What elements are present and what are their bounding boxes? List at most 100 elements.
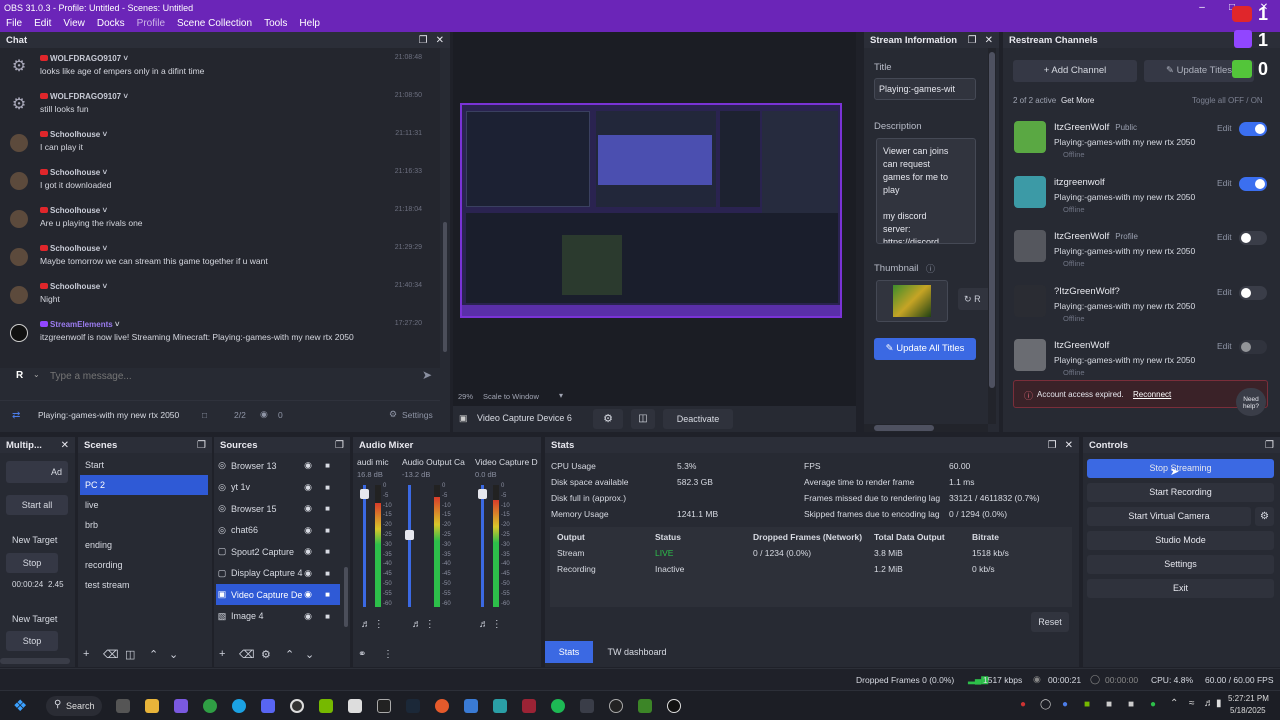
sources-scrollbar[interactable] — [344, 567, 348, 627]
scale-mode-select[interactable]: Scale to Window — [483, 392, 539, 401]
more-icon[interactable]: ⋮ — [383, 649, 393, 660]
epic-games-icon[interactable] — [377, 699, 391, 713]
menu-help[interactable]: Help — [293, 18, 326, 29]
stream-info-scrollbar[interactable] — [988, 48, 996, 424]
minimize-icon[interactable]: – — [1188, 0, 1216, 15]
up-arrow-icon[interactable]: ⌃ — [285, 648, 294, 661]
more-icon[interactable]: ⋮ — [422, 619, 435, 630]
close-icon[interactable]: ✕ — [1065, 440, 1073, 451]
studio-mode-button[interactable]: Studio Mode — [1087, 531, 1274, 550]
trash-icon[interactable]: ⌫ — [103, 648, 119, 661]
edit-channel-link[interactable]: Edit — [1217, 341, 1232, 351]
volume-slider-handle[interactable] — [478, 488, 487, 499]
source-item[interactable]: ◎ yt 1v ◉ ■ — [216, 477, 340, 498]
file-explorer-icon[interactable] — [145, 699, 159, 713]
lock-icon[interactable]: ■ — [325, 483, 330, 492]
lock-icon[interactable]: ■ — [325, 526, 330, 535]
source-item[interactable]: ▢ Spout2 Capture ◉ ■ — [216, 541, 340, 562]
x-app-icon[interactable] — [348, 699, 362, 713]
update-all-titles-button[interactable]: ✎ Update All Titles — [874, 338, 976, 360]
menu-view[interactable]: View — [57, 18, 91, 29]
reset-button[interactable]: Reset — [1031, 612, 1069, 632]
eye-icon[interactable]: ◉ — [304, 568, 312, 579]
menu-profile[interactable]: Profile — [131, 18, 171, 29]
store-icon[interactable] — [174, 699, 188, 713]
taskbar-search[interactable]: ⚲ Search — [46, 696, 102, 716]
edge-icon[interactable] — [232, 699, 246, 713]
scene-item[interactable]: Start — [80, 455, 208, 475]
edit-channel-link[interactable]: Edit — [1217, 287, 1232, 297]
stream-info-hscrollbar[interactable] — [864, 424, 988, 432]
toggle-all-link[interactable]: Toggle all OFF / ON — [1192, 96, 1263, 105]
volume-slider[interactable] — [363, 485, 366, 607]
task-view-icon[interactable] — [116, 699, 130, 713]
channel-toggle[interactable] — [1239, 285, 1267, 300]
volume-icon[interactable]: ♬ — [1204, 698, 1214, 709]
tab-stats[interactable]: Stats — [545, 641, 593, 663]
stop-target-button[interactable]: Stop — [6, 553, 58, 573]
float-icon[interactable]: ❐ — [1265, 440, 1274, 451]
scene-item[interactable]: brb — [80, 515, 208, 535]
steam-icon[interactable] — [406, 699, 420, 713]
tab-tw-dashboard[interactable]: TW dashboard — [597, 641, 677, 663]
stop-target-button[interactable]: Stop — [6, 631, 58, 651]
chat-message-input[interactable] — [50, 367, 410, 385]
chevron-up-icon[interactable]: ⌃ — [1170, 698, 1178, 709]
down-arrow-icon[interactable]: ⌄ — [169, 648, 178, 661]
eye-icon[interactable]: ◉ — [304, 460, 312, 471]
gear-icon[interactable]: ⚙ — [593, 409, 623, 429]
up-arrow-icon[interactable]: ⌃ — [149, 648, 158, 661]
chat-avatar[interactable]: R — [16, 370, 23, 381]
edit-channel-link[interactable]: Edit — [1217, 123, 1232, 133]
help-button[interactable]: Need help? — [1236, 388, 1266, 416]
lock-icon[interactable]: ■ — [325, 547, 330, 556]
description-textarea[interactable]: Viewer can joins can request games for me … — [876, 138, 976, 244]
more-icon[interactable]: ⋮ — [371, 619, 384, 630]
float-icon[interactable]: ❐ — [197, 440, 206, 451]
scene-item[interactable]: recording — [80, 555, 208, 575]
send-icon[interactable]: ➤ — [422, 368, 432, 382]
source-item[interactable]: ▧ Image 4 ◉ ■ — [216, 606, 340, 627]
gear-icon[interactable]: ⚙ — [261, 648, 271, 661]
add-icon[interactable]: + — [83, 648, 89, 660]
lock-icon[interactable]: ■ — [325, 461, 330, 470]
tray-icon[interactable]: ● — [1020, 699, 1026, 710]
menu-docks[interactable]: Docks — [91, 18, 131, 29]
edit-channel-link[interactable]: Edit — [1217, 232, 1232, 242]
chevron-down-icon[interactable]: ⌄ — [33, 370, 40, 379]
eye-icon[interactable]: ◉ — [304, 546, 312, 557]
spotify-icon[interactable] — [551, 699, 565, 713]
scene-item[interactable]: ending — [80, 535, 208, 555]
reconnect-link[interactable]: Reconnect — [1133, 390, 1171, 399]
windows-start-icon[interactable]: ❖ — [13, 696, 27, 716]
info-icon[interactable]: ⓘ — [926, 262, 935, 275]
source-item[interactable]: ▣ Video Capture De ◉ ■ — [216, 584, 340, 605]
eye-icon[interactable]: ◉ — [304, 482, 312, 493]
edit-channel-link[interactable]: Edit — [1217, 178, 1232, 188]
tray-icon[interactable]: ◯ — [1040, 699, 1051, 710]
app-icon[interactable] — [667, 699, 681, 713]
volume-slider-handle[interactable] — [360, 488, 369, 499]
source-item[interactable]: ▢ Display Capture 4 ◉ ■ — [216, 563, 340, 584]
scene-item[interactable]: PC 2 — [80, 475, 208, 495]
lock-icon[interactable]: ■ — [325, 569, 330, 578]
get-more-link[interactable]: Get More — [1061, 96, 1094, 105]
channel-toggle[interactable] — [1239, 231, 1267, 245]
obs-icon[interactable] — [290, 699, 304, 713]
volume-slider-handle[interactable] — [405, 530, 414, 541]
float-icon[interactable]: ❐ — [335, 440, 344, 451]
more-icon[interactable]: ⋮ — [489, 619, 502, 630]
add-channel-button[interactable]: + Add Channel — [1013, 60, 1137, 82]
start-virtual-camera-button[interactable]: Start Virtual Camera — [1087, 507, 1251, 526]
start-all-button[interactable]: Start all — [6, 495, 68, 515]
source-item[interactable]: ◎ chat66 ◉ ■ — [216, 520, 340, 541]
app-icon[interactable] — [580, 699, 594, 713]
settings-button[interactable]: Settings — [1087, 555, 1274, 574]
eye-icon[interactable]: ◉ — [304, 503, 312, 514]
deactivate-button[interactable]: Deactivate — [663, 409, 733, 429]
chevron-down-icon[interactable]: ▾ — [559, 391, 563, 400]
menu-file[interactable]: File — [0, 18, 28, 29]
tray-icon[interactable]: ■ — [1128, 699, 1134, 710]
scene-item[interactable]: live — [80, 495, 208, 515]
volume-icon[interactable]: ♬ — [361, 619, 371, 630]
